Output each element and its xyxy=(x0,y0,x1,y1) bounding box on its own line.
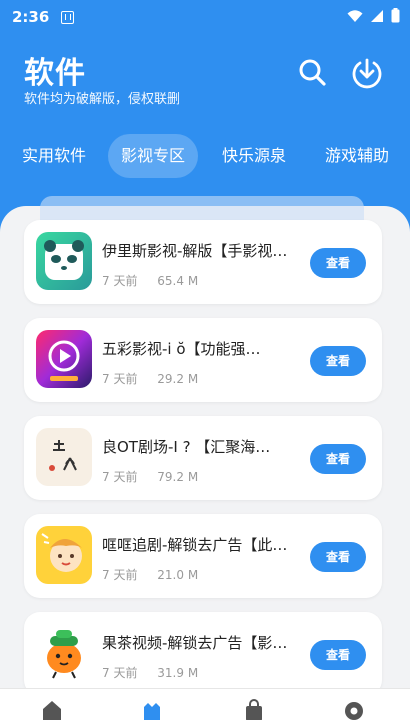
list-item[interactable]: 五彩影视-i ŏ【功能强… 7 天前 29.2 M 查看 xyxy=(24,318,382,402)
list-item[interactable]: 哐哐追剧-解锁去广告【此… 7 天前 21.0 M 查看 xyxy=(24,514,382,598)
tab-utility[interactable]: 实用软件 xyxy=(12,134,96,178)
app-time: 7 天前 xyxy=(102,372,138,386)
app-size: 29.2 M xyxy=(157,372,199,386)
bottom-navigation xyxy=(0,688,410,720)
app-name: 五彩影视-i ŏ【功能强… xyxy=(102,340,261,358)
page-subtitle: 软件均为破解版，侵权联删 xyxy=(24,92,181,107)
page-title: 软件 xyxy=(24,56,86,91)
app-time: 7 天前 xyxy=(102,470,138,484)
status-indicators xyxy=(347,8,400,23)
list-top-edge xyxy=(40,196,364,222)
play-icon xyxy=(36,330,92,388)
app-meta: 7 天前 31.9 M xyxy=(102,664,214,681)
search-icon[interactable] xyxy=(296,56,330,90)
download-icon[interactable] xyxy=(350,56,384,90)
status-bar: 2:36 xyxy=(0,0,410,34)
signal-icon xyxy=(371,9,383,22)
app-time: 7 天前 xyxy=(102,666,138,680)
app-list-panel: 伊里斯影视-解版【手影视… 7 天前 65.4 M 查看 五彩影视-i ŏ【功能… xyxy=(0,196,410,720)
liang-icon xyxy=(36,428,92,486)
status-time: 2:36 xyxy=(12,8,50,26)
tab-video[interactable]: 影视专区 xyxy=(108,134,198,178)
app-name: 良OT剧场-I ? 【汇聚海… xyxy=(102,438,271,456)
apps-icon[interactable] xyxy=(140,697,164,720)
app-meta: 7 天前 65.4 M xyxy=(102,272,214,289)
list-item[interactable]: 果茶视频-解锁去广告【影… 7 天前 31.9 M 查看 xyxy=(24,612,382,696)
list-item[interactable]: 伊里斯影视-解版【手影视… 7 天前 65.4 M 查看 xyxy=(24,220,382,304)
battery-icon xyxy=(391,8,400,23)
tab-game-assist[interactable]: 游戏辅助 xyxy=(312,134,402,178)
app-size: 79.2 M xyxy=(157,470,199,484)
app-meta: 7 天前 21.0 M xyxy=(102,566,214,583)
home-icon[interactable] xyxy=(40,697,64,720)
bag-icon[interactable] xyxy=(242,697,266,720)
app-time: 7 天前 xyxy=(102,274,138,288)
view-button[interactable]: 查看 xyxy=(310,640,366,670)
tab-fun[interactable]: 快乐源泉 xyxy=(212,134,296,178)
category-tabs: 实用软件 影视专区 快乐源泉 游戏辅助 xyxy=(0,134,410,178)
panda-icon xyxy=(36,232,92,290)
wifi-icon xyxy=(347,9,363,22)
app-meta: 7 天前 29.2 M xyxy=(102,370,214,387)
app-meta: 7 天前 79.2 M xyxy=(102,468,214,485)
notification-icon xyxy=(61,10,75,24)
view-button[interactable]: 查看 xyxy=(310,346,366,376)
view-button[interactable]: 查看 xyxy=(310,444,366,474)
view-button[interactable]: 查看 xyxy=(310,248,366,278)
view-button[interactable]: 查看 xyxy=(310,542,366,572)
app-name: 哐哐追剧-解锁去广告【此… xyxy=(102,536,288,554)
fruit-icon xyxy=(36,624,92,682)
settings-icon[interactable] xyxy=(342,697,366,720)
app-name: 果茶视频-解锁去广告【影… xyxy=(102,634,288,652)
app-size: 21.0 M xyxy=(157,568,199,582)
list-item[interactable]: 良OT剧场-I ? 【汇聚海… 7 天前 79.2 M 查看 xyxy=(24,416,382,500)
app-name: 伊里斯影视-解版【手影视… xyxy=(102,242,288,260)
girl-icon xyxy=(36,526,92,584)
app-size: 65.4 M xyxy=(157,274,199,288)
app-size: 31.9 M xyxy=(157,666,199,680)
app-time: 7 天前 xyxy=(102,568,138,582)
